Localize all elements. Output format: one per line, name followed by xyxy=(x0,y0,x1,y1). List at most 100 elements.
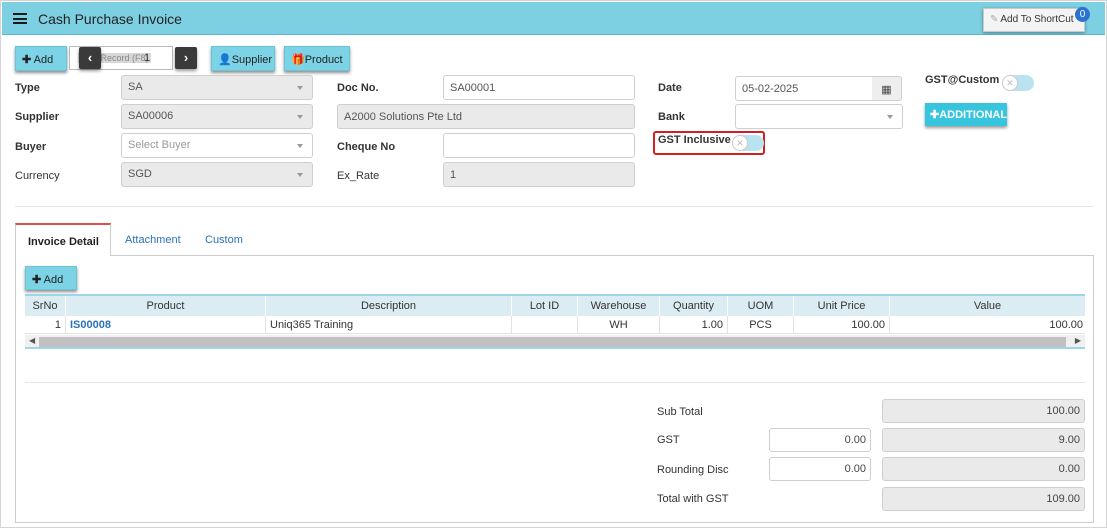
additional-label: ADDITIONAL xyxy=(939,109,1008,121)
plus-icon: ✚ xyxy=(32,274,42,286)
supplier-value: SA00006 xyxy=(128,110,174,122)
gst-inclusive-toggle[interactable]: ✕ xyxy=(732,135,764,151)
type-select[interactable]: SA xyxy=(121,75,313,100)
rounding-disc-value: 0.00 xyxy=(882,457,1085,481)
cheque-no-input[interactable] xyxy=(443,133,635,158)
next-record-button[interactable]: › xyxy=(175,47,197,69)
doc-no-label: Doc No. xyxy=(337,82,379,94)
currency-label: Currency xyxy=(15,170,60,182)
gst-custom-toggle[interactable]: ✕ xyxy=(1002,75,1034,91)
scroll-left-icon[interactable]: ◀ xyxy=(29,336,35,345)
add-line-button[interactable]: ✚ Add xyxy=(25,266,77,290)
bank-label: Bank xyxy=(658,111,685,123)
invoice-detail-panel: ✚ Add SrNo Product Description Lot ID Wa… xyxy=(15,255,1094,523)
rounding-disc-label: Rounding Disc xyxy=(657,464,729,476)
previous-record-button[interactable]: ‹ xyxy=(79,47,101,69)
doc-no-input[interactable]: SA00001 xyxy=(443,75,635,100)
supplier-label: Supplier xyxy=(15,111,60,123)
supplier-button[interactable]: 👤Supplier xyxy=(211,46,275,71)
plus-icon: ✚ xyxy=(930,109,940,121)
ex-rate-label: Ex_Rate xyxy=(337,170,380,182)
scroll-right-icon[interactable]: ▶ xyxy=(1075,336,1081,345)
gift-icon: 🎁 xyxy=(291,54,305,66)
total-with-gst-value: 109.00 xyxy=(882,487,1085,511)
col-uom[interactable]: UOM xyxy=(728,296,794,316)
chevron-down-icon xyxy=(297,115,303,119)
cheque-no-label: Cheque No xyxy=(337,141,396,153)
col-unit-price[interactable]: Unit Price xyxy=(794,296,890,316)
chevron-down-icon xyxy=(297,86,303,90)
calendar-button[interactable]: ▦ xyxy=(872,76,902,101)
chevron-right-icon: › xyxy=(183,50,189,65)
col-description[interactable]: Description xyxy=(266,296,512,316)
product-button[interactable]: 🎁Product xyxy=(284,46,350,71)
currency-value: SGD xyxy=(128,168,152,180)
col-value[interactable]: Value xyxy=(890,296,1085,316)
col-srno[interactable]: SrNo xyxy=(25,296,66,316)
plus-icon: ✚ xyxy=(22,54,32,66)
app-frame: Cash Purchase Invoice ✎ Add To ShortCut 0… xyxy=(0,0,1107,528)
col-lot-id[interactable]: Lot ID xyxy=(512,296,578,316)
tab-attachment[interactable]: Attachment xyxy=(125,223,181,256)
user-icon: 👤 xyxy=(218,54,232,66)
gst-rate-input[interactable]: 0.00 xyxy=(769,428,871,452)
chevron-down-icon xyxy=(297,144,303,148)
cell-srno: 1 xyxy=(25,316,66,334)
scroll-thumb[interactable] xyxy=(39,337,1066,347)
cell-warehouse: WH xyxy=(578,316,660,334)
rounding-disc-input[interactable]: 0.00 xyxy=(769,457,871,481)
calendar-icon: ▦ xyxy=(881,84,892,96)
gst-inclusive-label: GST Inclusive xyxy=(658,134,731,146)
menu-icon[interactable] xyxy=(13,13,27,24)
chevron-down-icon xyxy=(297,173,303,177)
title-bar: Cash Purchase Invoice ✎ Add To ShortCut 0 xyxy=(2,2,1105,35)
supplier-button-label: Supplier xyxy=(231,54,273,66)
cell-lot-id xyxy=(512,316,578,334)
record-nav-value: 1 xyxy=(144,52,151,64)
add-to-shortcut-button[interactable]: ✎ Add To ShortCut 0 xyxy=(983,7,1090,32)
table-row[interactable]: 1 IS00008 Uniq365 Training WH 1.00 PCS 1… xyxy=(25,316,1085,334)
add-label: Add xyxy=(33,54,54,66)
col-product[interactable]: Product xyxy=(66,296,266,316)
buyer-select[interactable]: Select Buyer xyxy=(121,133,313,158)
date-input[interactable]: 05-02-2025 xyxy=(735,76,873,101)
add-line-label: Add xyxy=(43,274,64,286)
toggle-off-icon: ✕ xyxy=(732,135,748,151)
page-title: Cash Purchase Invoice xyxy=(38,11,182,27)
cell-product-link[interactable]: IS00008 xyxy=(66,316,266,334)
toggle-off-icon: ✕ xyxy=(1002,75,1018,91)
col-quantity[interactable]: Quantity xyxy=(660,296,728,316)
chevron-down-icon xyxy=(887,115,893,119)
shortcut-label: Add To ShortCut xyxy=(1000,14,1074,25)
add-button[interactable]: ✚ Add xyxy=(15,46,67,71)
type-label: Type xyxy=(15,82,40,94)
tab-custom[interactable]: Custom xyxy=(205,223,243,256)
section-divider xyxy=(15,206,1093,207)
cell-description: Uniq365 Training xyxy=(266,316,512,334)
cell-value: 100.00 xyxy=(1049,319,1083,331)
gst-label: GST xyxy=(657,434,680,446)
pencil-icon: ✎ xyxy=(990,14,999,25)
date-label: Date xyxy=(658,82,682,94)
product-button-label: Product xyxy=(304,54,343,66)
supplier-select[interactable]: SA00006 xyxy=(121,104,313,129)
buyer-label: Buyer xyxy=(15,141,47,153)
totals-divider xyxy=(25,382,1085,383)
subtotal-label: Sub Total xyxy=(657,406,703,418)
gst-custom-label: GST@Custom xyxy=(925,74,1000,86)
cell-unit-price: 100.00 xyxy=(794,316,890,334)
shortcut-count-badge: 0 xyxy=(1075,7,1090,22)
cell-quantity: 1.00 xyxy=(660,316,728,334)
horizontal-scrollbar[interactable]: ◀ ▶ xyxy=(25,335,1085,349)
subtotal-value: 100.00 xyxy=(882,399,1085,423)
cell-uom: PCS xyxy=(728,316,794,334)
additional-button[interactable]: ✚ADDITIONAL xyxy=(925,103,1007,126)
col-warehouse[interactable]: Warehouse xyxy=(578,296,660,316)
buyer-placeholder: Select Buyer xyxy=(128,139,191,151)
total-with-gst-label: Total with GST xyxy=(657,493,729,505)
currency-select[interactable]: SGD xyxy=(121,162,313,187)
tab-invoice-detail[interactable]: Invoice Detail xyxy=(15,223,111,256)
chevron-left-icon: ‹ xyxy=(87,50,93,65)
bank-select[interactable] xyxy=(735,104,903,129)
ex-rate-input[interactable]: 1 xyxy=(443,162,635,187)
